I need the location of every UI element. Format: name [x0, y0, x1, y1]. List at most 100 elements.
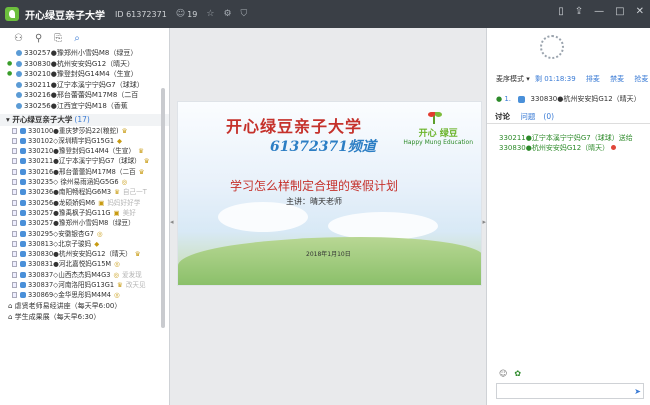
- list-item[interactable]: 330295◇安徽银杏G7 ◎: [0, 229, 169, 239]
- list-item[interactable]: 330100●重庆梦莎妈22(粮蛇) ♛: [0, 126, 169, 136]
- brand-logo: 开心 绿豆 Happy Mung Education: [403, 112, 473, 146]
- skin-icon[interactable]: ▯: [558, 6, 564, 17]
- list-item[interactable]: 330257●豫郑州小雪妈M8（绿豆）: [0, 218, 169, 228]
- emoji-icon[interactable]: ☺: [499, 369, 507, 378]
- collapse-left-icon[interactable]: ◂: [170, 218, 174, 226]
- compose-toolbar: ☺ ✿: [499, 369, 521, 378]
- list-item[interactable]: 330210●豫登封妈G14M4（生宣） ♛: [0, 146, 169, 156]
- list-item[interactable]: 330257●豫禹枫子妈G11G ▣ 美好: [0, 208, 169, 218]
- avatar: [20, 282, 26, 289]
- close-icon[interactable]: ✕: [636, 6, 644, 17]
- user-icon: [16, 81, 22, 88]
- grab-mic-button[interactable]: 抢麦: [634, 75, 648, 83]
- members-icon[interactable]: ☺: [176, 9, 185, 19]
- badge-icon: ♛: [138, 167, 145, 176]
- maximize-icon[interactable]: □: [615, 6, 624, 17]
- user-icon: [16, 71, 22, 78]
- list-item[interactable]: 330216●邢台蕾蕾妈M17M8（二百: [0, 90, 169, 101]
- user-icon: [16, 50, 22, 56]
- subchannel-item[interactable]: ⌂ 学生成果展（每天早6:30）: [0, 312, 169, 323]
- send-icon[interactable]: ➤: [634, 387, 641, 396]
- subchannel-item[interactable]: ⌂ 虐贤老师易经讲座（每天早6:00）: [0, 301, 169, 312]
- mic-mode-bar: 麦序模式 ▾ 剩 01:18:39 排麦 禁麦 抢麦: [496, 74, 648, 84]
- search-icon[interactable]: ⌕: [74, 33, 80, 44]
- list-item[interactable]: 330235◇ 徐州易雨涵妈G5G6 ◎: [0, 177, 169, 187]
- list-item[interactable]: 330831●河北嘉悦妈G15M ◎: [0, 259, 169, 269]
- badge-icon: ▣: [98, 198, 105, 207]
- queue-mic-button[interactable]: 排麦: [586, 75, 600, 83]
- avatar: [20, 189, 26, 196]
- list-item[interactable]: 330102◇深圳精宇妈G15G1 ◆: [0, 136, 169, 146]
- list-item[interactable]: 330837◇山西杰杰妈M4G3 ◎ 爱发现: [0, 270, 169, 280]
- slide-speaker: 主讲：晴天老师: [286, 197, 342, 206]
- badge-icon: ♛: [114, 188, 120, 197]
- location-icon[interactable]: ⚲: [35, 33, 42, 44]
- badge-icon: ◎: [113, 291, 120, 300]
- member-list: 330100●重庆梦莎妈22(粮蛇) ♛ 330102◇深圳精宇妈G15G1 ◆ 3…: [0, 126, 169, 301]
- minimize-icon[interactable]: —: [594, 6, 604, 17]
- chat-message: 330211●辽宁本溪宁宁妈G7（球球）送给 330830●杭州安安妈G12（晴…: [499, 134, 633, 152]
- list-item[interactable]: 330236●南阳畅程妈G6M3 ♛ 自己一T: [0, 187, 169, 197]
- ban-mic-button[interactable]: 禁麦: [610, 75, 624, 83]
- mic-timer: 剩 01:18:39: [534, 75, 576, 83]
- list-item[interactable]: ● 330830●杭州安安妈G12（晴天）: [0, 59, 169, 70]
- list-item[interactable]: ● 330210●豫登封妈G14M4（生宣）: [0, 69, 169, 80]
- list-item[interactable]: 330869◇金华思彤妈M4M4 ◎: [0, 290, 169, 300]
- checkbox-icon: [12, 127, 17, 134]
- avatar: [518, 95, 526, 103]
- checkbox-icon: [12, 271, 17, 278]
- badge-icon: ◎: [96, 229, 103, 238]
- tab-discussion[interactable]: 讨论: [495, 112, 510, 121]
- avatar: [20, 158, 26, 165]
- list-item[interactable]: 330837◇河南洛阳妈G13G1 ♛ 改天见: [0, 280, 169, 290]
- avatar: [20, 168, 26, 175]
- list-item[interactable]: 330830●杭州安安妈G12（晴天） ♛: [0, 249, 169, 259]
- badge-icon: ◎: [114, 260, 120, 269]
- message-input[interactable]: ➤: [496, 383, 644, 399]
- list-item[interactable]: 330211●辽宁本溪宁宁妈G7（球球）: [0, 80, 169, 91]
- list-item[interactable]: 330211●辽宁本溪宁宁妈G7（球球） ♛: [0, 156, 169, 166]
- mic-mode-label: 麦序模式: [496, 75, 524, 83]
- badge-icon: ◎: [113, 270, 120, 279]
- list-item[interactable]: 330256●龙硕娇妈M6 ▣ 妈妈好好学: [0, 198, 169, 208]
- avatar: [20, 251, 26, 258]
- badge-icon: ◆: [94, 239, 100, 248]
- mic-queue-item[interactable]: ● 1. 330830●杭州安安妈G12（晴天）: [496, 94, 641, 104]
- badge-icon: ▣: [113, 208, 120, 217]
- loading-spinner-icon: [540, 35, 564, 59]
- flower-icon[interactable]: ✿: [514, 369, 521, 378]
- chevron-down-icon[interactable]: ▾: [526, 75, 530, 83]
- member-toolbar: ⚇ ⚲ ⎘ ⌕: [0, 28, 169, 48]
- cloud-shape: [328, 212, 438, 240]
- checkbox-icon: [12, 148, 17, 155]
- member-count: 19: [187, 9, 198, 19]
- app-title: 开心绿豆亲子大学: [25, 10, 105, 22]
- avatar: [20, 179, 26, 186]
- slide-title: 开心绿豆亲子大学: [226, 117, 363, 136]
- slide: 开心绿豆亲子大学 61372371频道 开心 绿豆 Happy Mung Edu…: [177, 101, 482, 286]
- checkbox-icon: [12, 220, 17, 227]
- badge-icon: ♛: [117, 281, 123, 290]
- group-header[interactable]: ▾ 开心绿豆亲子大学 (17): [0, 113, 169, 126]
- checkbox-icon: [12, 137, 17, 144]
- checkbox-icon: [12, 282, 17, 289]
- slide-date: 2018年1月10日: [306, 251, 351, 258]
- settings-gear-icon[interactable]: ⚙: [223, 9, 231, 19]
- checkbox-icon: [12, 168, 17, 175]
- favorite-star-icon[interactable]: ☆: [206, 9, 214, 19]
- shield-icon[interactable]: ⛉: [241, 9, 248, 19]
- checkbox-icon: [12, 292, 17, 299]
- list-item[interactable]: 330216●邢台蕾蕾妈M17M8（二百 ♛: [0, 167, 169, 177]
- list-item[interactable]: 330256●江西宜宁妈M18（香蕉: [0, 101, 169, 112]
- list-item[interactable]: 330257●豫郑州小雪妈M8（绿豆）: [0, 48, 169, 59]
- tab-question[interactable]: 问题 (0): [520, 112, 562, 121]
- share-icon[interactable]: ⎘: [54, 33, 62, 44]
- member-list-icon[interactable]: ⚇: [14, 33, 23, 44]
- pin-icon[interactable]: ⇪: [575, 6, 583, 17]
- list-item[interactable]: 330813◇北京子骏妈 ◆: [0, 239, 169, 249]
- checkbox-icon: [12, 179, 17, 186]
- discussion-tabs: 讨论 问题 (0): [487, 110, 650, 124]
- mic-list: 330257●豫郑州小雪妈M8（绿豆） ● 330830●杭州安安妈G12（晴天）…: [0, 48, 169, 112]
- scrollbar[interactable]: [161, 88, 165, 328]
- badge-icon: ♛: [143, 157, 150, 166]
